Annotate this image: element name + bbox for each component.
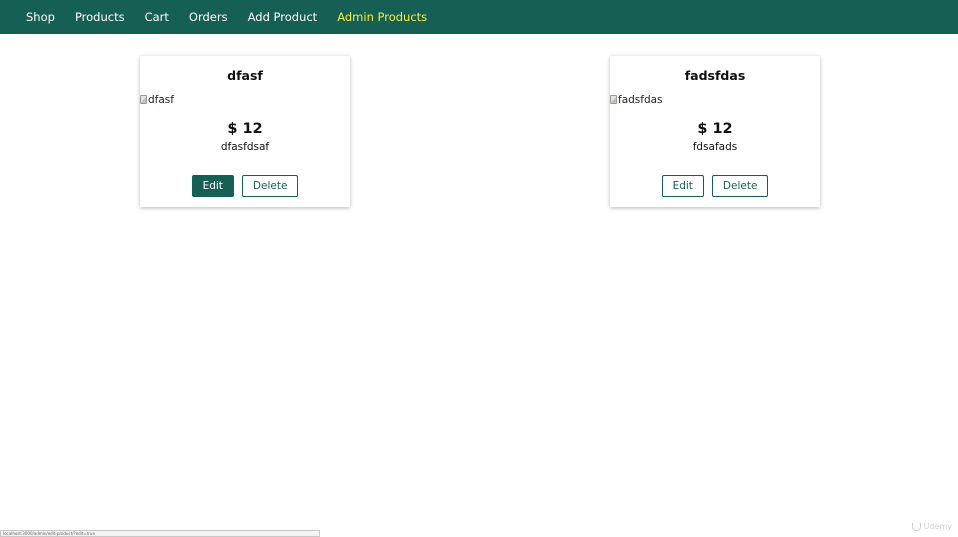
product-image: fadsfdas bbox=[610, 94, 663, 106]
product-image: dfasf bbox=[140, 94, 174, 106]
broken-image-icon bbox=[610, 94, 617, 104]
nav-admin-products[interactable]: Admin Products bbox=[337, 0, 427, 34]
broken-image-icon bbox=[140, 94, 147, 104]
product-title: dfasf bbox=[227, 68, 263, 83]
nav-products[interactable]: Products bbox=[75, 0, 125, 34]
nav-orders[interactable]: Orders bbox=[189, 0, 228, 34]
product-card: fadsfdas fadsfdas $ 12 fdsafads Edit Del… bbox=[610, 56, 820, 207]
product-image-alt: dfasf bbox=[148, 94, 174, 106]
watermark: Udemy bbox=[911, 522, 952, 531]
delete-button[interactable]: Delete bbox=[241, 175, 299, 197]
delete-button[interactable]: Delete bbox=[711, 175, 769, 197]
product-image-alt: fadsfdas bbox=[618, 94, 663, 106]
product-price: $ 12 bbox=[697, 121, 733, 137]
product-description: fdsafads bbox=[692, 141, 738, 153]
product-card: dfasf dfasf $ 12 dfasfdsaf Edit Delete bbox=[140, 56, 350, 207]
nav-cart[interactable]: Cart bbox=[145, 0, 169, 34]
card-actions: Edit Delete bbox=[140, 175, 350, 197]
product-description: dfasfdsaf bbox=[220, 141, 270, 153]
udemy-logo-icon bbox=[911, 522, 921, 531]
watermark-text: Udemy bbox=[923, 522, 952, 531]
product-title: fadsfdas bbox=[684, 68, 746, 83]
nav-add-product[interactable]: Add Product bbox=[248, 0, 318, 34]
main-nav: Shop Products Cart Orders Add Product Ad… bbox=[0, 0, 958, 34]
card-actions: Edit Delete bbox=[610, 175, 820, 197]
edit-button[interactable]: Edit bbox=[191, 175, 234, 197]
product-price: $ 12 bbox=[227, 121, 263, 137]
nav-shop[interactable]: Shop bbox=[26, 0, 55, 34]
status-bar-url: localhost:3000/admin/edit-product/?edit=… bbox=[0, 530, 320, 537]
edit-button[interactable]: Edit bbox=[661, 175, 704, 197]
